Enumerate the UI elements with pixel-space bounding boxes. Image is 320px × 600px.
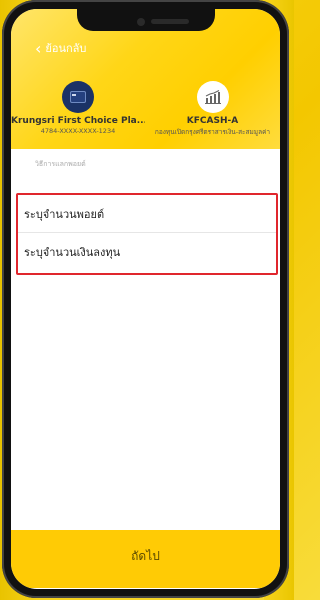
redeem-method-label: วิธีการแลกพอยต์: [35, 160, 86, 168]
fund-chart-icon: [196, 81, 229, 113]
option-by-points[interactable]: ระบุจำนวนพอยต์: [18, 195, 276, 233]
app-screen: ‹ ย้อนกลับ Krungsri First Choice Pla... …: [11, 9, 280, 589]
next-button[interactable]: ถัดไป: [131, 547, 160, 566]
phone-notch: [77, 9, 215, 31]
back-label: ย้อนกลับ: [45, 42, 87, 55]
chevron-left-icon: ‹: [35, 38, 42, 58]
target-fund-title: KFCASH-A: [186, 116, 239, 126]
source-account-title: Krungsri First Choice Pla...: [11, 116, 145, 126]
source-account: Krungsri First Choice Pla... 4784-XXXX-X…: [11, 81, 145, 135]
option-by-points-label: ระบุจำนวนพอยต์: [24, 207, 105, 221]
footer-bar: ถัดไป: [11, 530, 280, 588]
camera-icon: [137, 18, 145, 26]
credit-card-icon: [62, 81, 94, 113]
target-fund: KFCASH-A กองทุนเปิดกรุงศรีตราสารเงิน-สะส…: [145, 81, 280, 137]
source-account-number: 4784-XXXX-XXXX-1234: [40, 127, 116, 135]
redeem-options-box: ระบุจำนวนพอยต์ ระบุจำนวนเงินลงทุน: [16, 193, 278, 275]
option-by-investment-amount-label: ระบุจำนวนเงินลงทุน: [24, 246, 121, 259]
speaker-grille: [151, 19, 189, 24]
phone-frame: ‹ ย้อนกลับ Krungsri First Choice Pla... …: [2, 0, 289, 598]
option-by-investment-amount[interactable]: ระบุจำนวนเงินลงทุน: [18, 233, 276, 271]
back-button[interactable]: ‹ ย้อนกลับ: [35, 39, 86, 57]
target-fund-name: กองทุนเปิดกรุงศรีตราสารเงิน-สะสมมูลค่า: [154, 128, 271, 136]
